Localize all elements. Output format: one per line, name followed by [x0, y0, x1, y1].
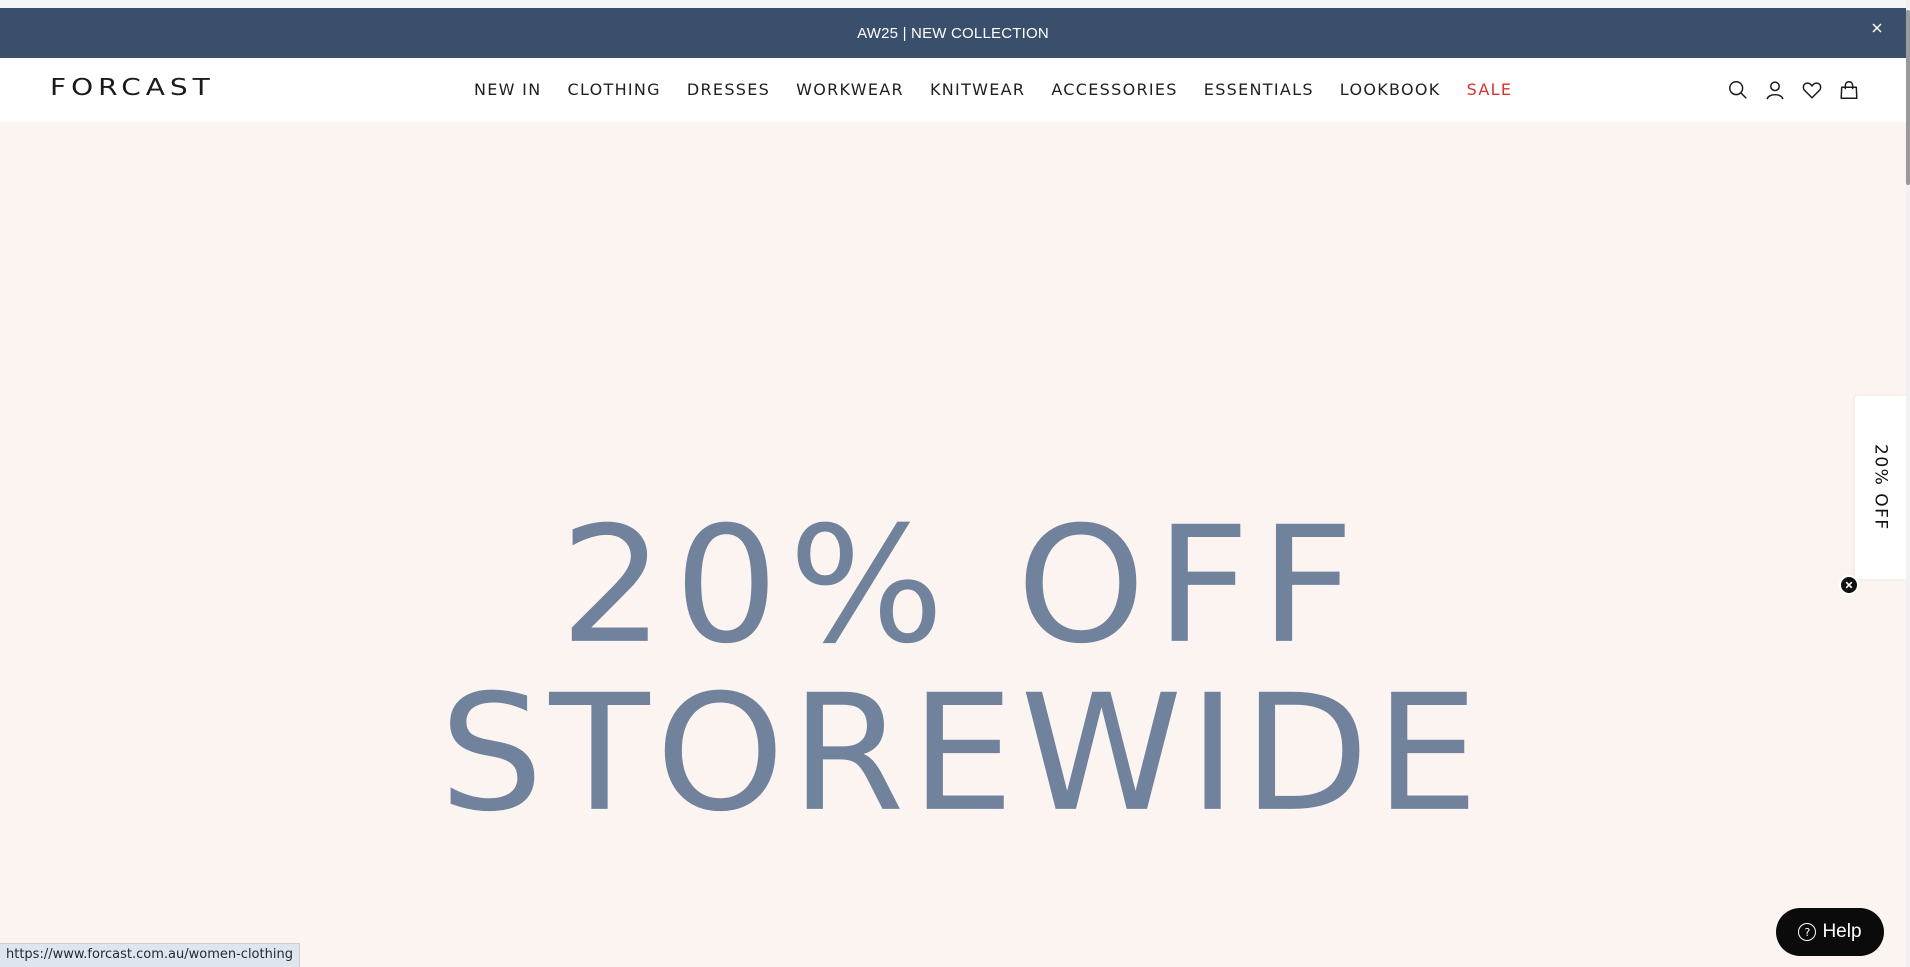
question-circle-icon: ?	[1798, 923, 1817, 941]
announcement-text[interactable]: AW25 | NEW COLLECTION	[857, 25, 1049, 42]
nav-item-accessories[interactable]: ACCESSORIES	[1051, 80, 1177, 99]
main-nav: NEW IN CLOTHING DRESSES WORKWEAR KNITWEA…	[474, 80, 1512, 99]
nav-item-sale[interactable]: SALE	[1467, 80, 1513, 99]
account-icon[interactable]	[1764, 78, 1786, 102]
discount-tab-label: 20% OFF	[1870, 444, 1891, 531]
nav-item-new-in[interactable]: NEW IN	[474, 80, 541, 99]
browser-top-edge	[0, 0, 1910, 8]
close-icon[interactable]	[1839, 575, 1859, 595]
hero-heading-line2: STOREWIDE	[439, 659, 1485, 848]
wishlist-icon[interactable]	[1801, 78, 1823, 102]
help-button[interactable]: ? Help	[1776, 908, 1884, 956]
nav-item-dresses[interactable]: DRESSES	[687, 80, 770, 99]
nav-item-knitwear[interactable]: KNITWEAR	[930, 80, 1025, 99]
nav-item-essentials[interactable]: ESSENTIALS	[1204, 80, 1314, 99]
hero-banner[interactable]: 20% OFF STOREWIDE	[0, 122, 1906, 967]
scrollbar-thumb[interactable]	[1906, 10, 1910, 185]
page: AW25 | NEW COLLECTION FORCAST NEW IN CLO…	[0, 0, 1910, 967]
discount-tab[interactable]: 20% OFF	[1855, 396, 1906, 579]
nav-item-clothing[interactable]: CLOTHING	[567, 80, 660, 99]
hero-heading-line1: 20% OFF	[559, 491, 1365, 680]
nav-item-lookbook[interactable]: LOOKBOOK	[1340, 80, 1441, 99]
site-header: FORCAST NEW IN CLOTHING DRESSES WORKWEAR…	[0, 58, 1906, 122]
announcement-bar: AW25 | NEW COLLECTION	[0, 8, 1906, 58]
search-icon[interactable]	[1727, 78, 1749, 102]
logo[interactable]: FORCAST	[50, 76, 215, 99]
close-icon[interactable]	[1869, 20, 1885, 36]
nav-item-workwear[interactable]: WORKWEAR	[796, 80, 904, 99]
cart-icon[interactable]	[1838, 78, 1860, 102]
status-bar-url: https://www.forcast.com.au/women-clothin…	[0, 943, 300, 967]
help-label: Help	[1822, 921, 1862, 942]
header-icons	[1727, 78, 1860, 102]
